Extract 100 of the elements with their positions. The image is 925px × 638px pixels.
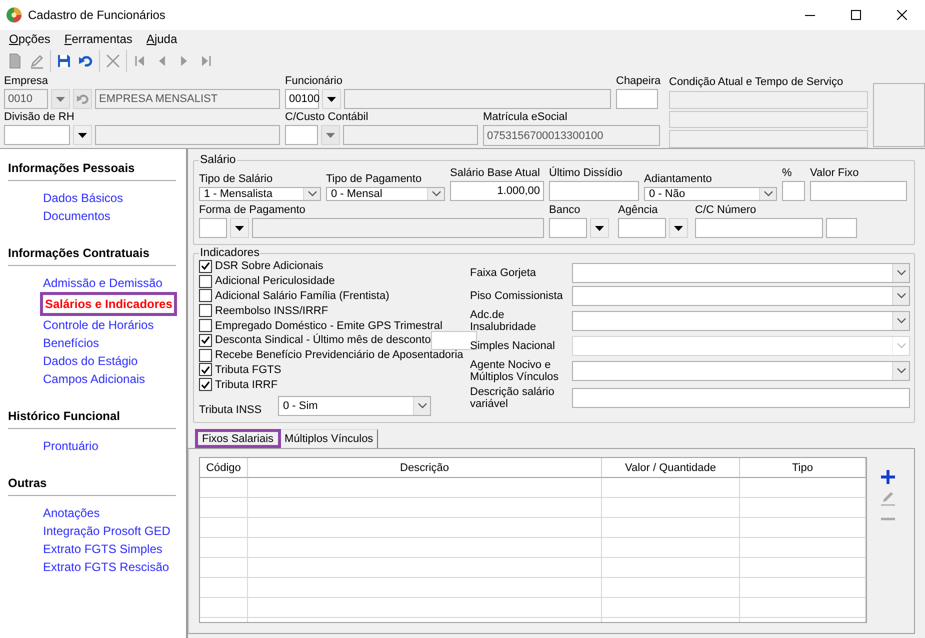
dropdown-button[interactable] [590, 218, 609, 238]
dropdown[interactable] [572, 263, 910, 283]
nav-link[interactable]: Controle de Horários [43, 316, 154, 334]
menu-item[interactable]: Ajuda [139, 32, 184, 46]
chevron-down-icon [896, 368, 906, 374]
caret-down-icon [595, 226, 604, 230]
field-label: % [782, 166, 793, 181]
cross-icon [105, 53, 121, 69]
checkbox[interactable] [199, 319, 212, 332]
checkbox-label: Adicional Periculosidade [215, 275, 335, 288]
tab[interactable]: Múltiplos Vínculos [280, 429, 378, 448]
dropdown[interactable]: 0 - Não [644, 187, 777, 201]
section-heading: Informações Pessoais [8, 161, 176, 181]
field-label: Condição Atual e Tempo de Serviço [669, 75, 844, 89]
nav-link[interactable]: Documentos [43, 207, 110, 225]
checkbox-label: Recebe Benefício Previdenciário de Aposentadoria [215, 349, 464, 362]
nav-link[interactable]: Benefícios [43, 334, 100, 352]
field-label: Adiantamento [644, 172, 713, 187]
checkbox-label: Tributa FGTS [215, 364, 282, 376]
checkbox-label: Desconta Sindical - Último mês de desconto [215, 334, 431, 346]
field-label: Salário Base Atual [450, 166, 541, 181]
column-header: Valor / Quantidade [602, 458, 740, 478]
dropdown-button[interactable] [230, 218, 249, 238]
input-field[interactable]: 1.000,00 [450, 181, 544, 201]
maximize-icon [851, 10, 861, 20]
dropdown[interactable] [572, 361, 910, 381]
checkbox[interactable] [199, 274, 212, 288]
close-icon [897, 10, 907, 20]
chevron-down-icon [896, 270, 906, 276]
nav-link[interactable]: Admissão e Demissão [43, 274, 162, 292]
field-label: Funcionário [285, 74, 344, 89]
dropdown-button[interactable] [669, 218, 688, 238]
table-cell [200, 558, 248, 578]
section-heading: Histórico Funcional [8, 409, 176, 429]
checkbox[interactable] [199, 260, 212, 273]
input-field[interactable] [618, 218, 666, 238]
table-cell [200, 518, 248, 538]
checkbox[interactable] [199, 363, 212, 376]
dropdown[interactable]: 0 - Mensal [326, 187, 445, 201]
tab[interactable]: Fixos Salariais [195, 429, 281, 448]
input-field[interactable] [199, 218, 227, 238]
caret-down-icon [327, 96, 336, 102]
add-button[interactable] [879, 469, 897, 486]
input-field[interactable] [695, 218, 823, 238]
nav-link[interactable]: Integração Prosoft GED [43, 522, 170, 540]
checkbox[interactable] [199, 334, 212, 347]
checkbox-label: Tributa IRRF [215, 378, 278, 391]
field-label: Empresa [4, 74, 50, 89]
nav-link[interactable]: Anotações [43, 504, 100, 522]
nav-link[interactable]: Prontuário [43, 437, 98, 455]
field-label: C/Custo Contábil [285, 110, 370, 125]
input-field[interactable] [810, 181, 907, 201]
nav-link[interactable]: Dados Básicos [43, 189, 124, 207]
table-cell [200, 578, 248, 598]
table-cell [200, 598, 248, 618]
document-icon [7, 53, 23, 69]
checkbox-label: DSR Sobre Adicionais [215, 260, 324, 272]
input-field[interactable] [572, 388, 910, 408]
checkbox[interactable] [199, 289, 212, 302]
input-field[interactable] [616, 89, 658, 109]
input-field[interactable]: 00100 [285, 89, 319, 109]
caret-down-icon [326, 132, 335, 138]
field-label: Agência [618, 203, 659, 218]
caret-down-icon [235, 226, 244, 230]
dropdown[interactable]: 1 - Mensalista [199, 187, 321, 201]
dropdown[interactable] [572, 311, 910, 331]
dropdown-button[interactable] [322, 89, 341, 109]
check-icon [201, 262, 210, 270]
nav-link[interactable]: Dados do Estágio [43, 352, 138, 370]
pencil-icon [880, 490, 896, 506]
pencil-icon [29, 53, 45, 69]
dropdown[interactable] [572, 286, 910, 306]
nav-link[interactable]: Extrato FGTS Rescisão [43, 558, 170, 576]
chevron-down-icon [896, 318, 906, 324]
table-cell [200, 478, 248, 498]
checkbox[interactable] [199, 378, 212, 392]
dropdown-button[interactable] [73, 125, 92, 145]
field-label: Tipo de Salário [199, 172, 274, 187]
chevron-down-icon [764, 191, 772, 197]
checkbox[interactable] [199, 304, 212, 318]
input-field[interactable] [285, 125, 318, 145]
input-field[interactable] [549, 218, 587, 238]
input-field[interactable] [549, 181, 639, 201]
nav-link[interactable]: Campos Adicionais [43, 370, 146, 388]
input-field[interactable] [782, 181, 805, 201]
field-label: Chapeira [616, 74, 662, 89]
checkbox[interactable] [199, 348, 212, 362]
dropdown[interactable]: 0 - Sim [278, 396, 431, 416]
field-label: Faixa Gorjeta [470, 267, 538, 279]
input-field[interactable] [826, 218, 857, 238]
caret-down-icon [674, 226, 683, 230]
column-header: Descrição [248, 458, 602, 478]
field-label: Matrícula eSocial [483, 110, 568, 125]
nav-link[interactable]: Extrato FGTS Simples [43, 540, 162, 558]
section-heading: Informações Contratuais [8, 246, 176, 266]
nav-link[interactable]: Salários e Indicadores [40, 292, 178, 316]
input-field[interactable] [4, 125, 70, 145]
window-title: Cadastro de Funcionários [28, 8, 166, 22]
menu-item[interactable]: Opções [2, 32, 58, 46]
menu-item[interactable]: Ferramentas [57, 32, 140, 46]
